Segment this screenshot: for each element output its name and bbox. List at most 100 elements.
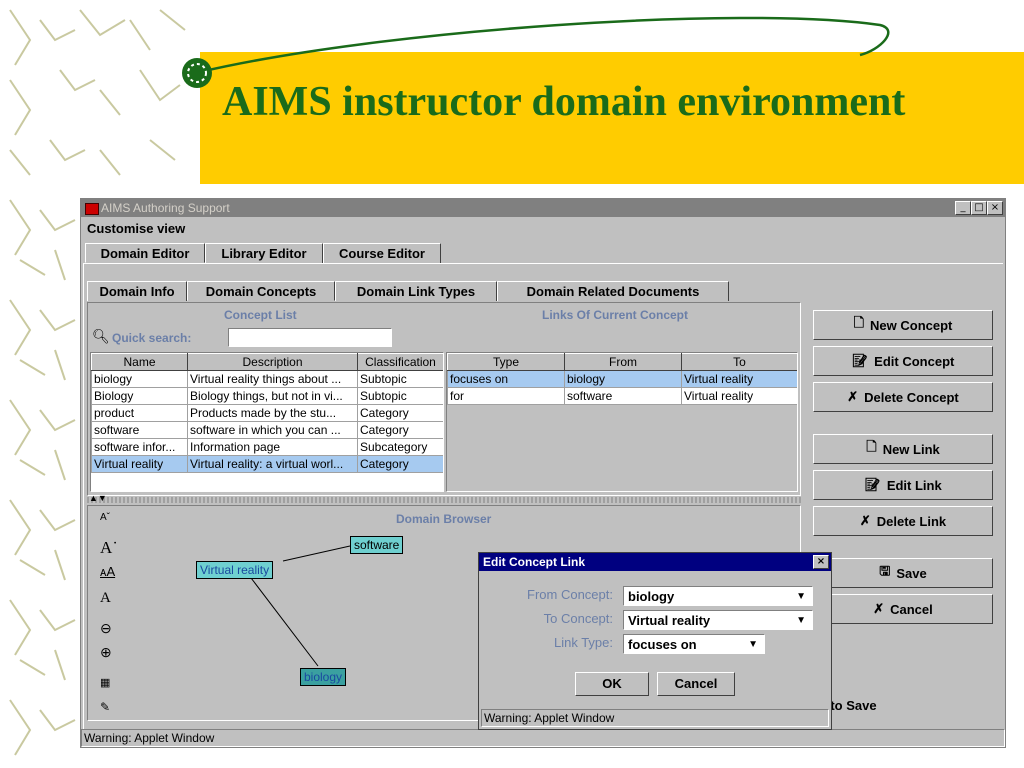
to-concept-value: Virtual reality	[628, 613, 711, 628]
floppy-disk-icon: 🖫︎	[879, 563, 891, 578]
delete-concept-label: Delete Concept	[864, 389, 959, 405]
edit-concept-button[interactable]: 📝︎ Edit Concept	[813, 346, 993, 376]
cancel-button[interactable]: ✗ Cancel	[813, 594, 993, 624]
dialog-ok-button[interactable]: OK	[575, 672, 649, 696]
cancel-icon: ✗	[873, 601, 885, 616]
table-cell: Subtopic	[357, 370, 443, 388]
maximize-button[interactable]: □	[971, 201, 987, 215]
new-link-button[interactable]: 🗋︎ New Link	[813, 434, 993, 464]
close-button[interactable]: ×	[987, 201, 1003, 215]
table-cell: for	[447, 387, 565, 405]
link-type-label: Link Type:	[553, 635, 613, 650]
link-type-value: focuses on	[628, 637, 697, 652]
table-cell: Information page	[187, 438, 358, 456]
table-cell: Category	[357, 404, 443, 422]
action-button-column: 🗋︎ New Concept 📝︎ Edit Concept ✗ Delete Con…	[803, 302, 1003, 722]
concept-table-row[interactable]: biology Virtual reality things about ... S…	[91, 370, 443, 388]
tab-domain-related-documents[interactable]: Domain Related Documents	[497, 281, 729, 301]
dialog-close-button[interactable]: ×	[813, 555, 829, 569]
splitter-arrows-icon[interactable]: ▲▼	[89, 493, 107, 503]
minimize-button[interactable]: _	[955, 201, 971, 215]
concept-table-container: Name Description Classification biology V…	[90, 352, 444, 492]
table-cell: Category	[357, 455, 443, 473]
table-cell: biology	[91, 370, 188, 388]
tab-domain-info[interactable]: Domain Info	[87, 281, 187, 301]
column-header-to[interactable]: To	[681, 353, 797, 371]
decorative-pattern-top	[9, 9, 186, 176]
new-document-icon: 🗋︎	[866, 439, 877, 454]
links-title: Links Of Current Concept	[542, 308, 689, 322]
new-link-label: New Link	[882, 441, 940, 457]
new-document-icon: 🗋︎	[853, 315, 865, 330]
app-icon	[85, 203, 99, 215]
delete-link-button[interactable]: ✗ Delete Link	[813, 506, 993, 536]
to-concept-label: To Concept:	[543, 611, 613, 626]
table-cell: software infor...	[91, 438, 188, 456]
column-header-name[interactable]: Name	[91, 353, 188, 371]
tab-domain-editor[interactable]: Domain Editor	[85, 243, 205, 263]
edit-link-button[interactable]: 📝︎ Edit Link	[813, 470, 993, 500]
column-header-from[interactable]: From	[564, 353, 682, 371]
table-cell: software	[91, 421, 188, 439]
menu-customise-view[interactable]: Customise view	[87, 221, 185, 236]
column-header-description[interactable]: Description	[187, 353, 358, 371]
concept-table-row[interactable]: Biology Biology things, but not in vi... S…	[91, 387, 443, 405]
concepts-panel: Concept List Links Of Current Concept 🔍︎…	[87, 302, 801, 496]
edit-link-label: Edit Link	[886, 477, 942, 493]
edit-concept-link-dialog: Edit Concept Link × From Concept: biolog…	[478, 552, 832, 730]
table-cell: Virtual reality	[681, 370, 797, 388]
column-header-classification[interactable]: Classification	[357, 353, 443, 371]
concept-table-row[interactable]: Virtual reality Virtual reality: a virtua…	[91, 455, 443, 473]
edit-document-icon: 📝︎	[864, 477, 881, 492]
table-cell: Biology	[91, 387, 188, 405]
tab-domain-concepts[interactable]: Domain Concepts	[187, 281, 335, 301]
links-table-row[interactable]: focuses on biology Virtual reality	[447, 370, 797, 388]
delete-link-label: Delete Link	[876, 513, 947, 529]
slide-title: AIMS instructor domain environment	[222, 79, 906, 125]
edit-document-icon: 📝︎	[851, 353, 869, 368]
concept-table-row[interactable]: software software in which you can ... Cat…	[91, 421, 443, 439]
from-concept-select[interactable]: biology ▼	[623, 586, 813, 606]
chevron-down-icon: ▼	[796, 591, 806, 602]
table-cell: Products made by the stu...	[187, 404, 358, 422]
dialog-cancel-button[interactable]: Cancel	[657, 672, 735, 696]
concept-table-row[interactable]: product Products made by the stu... Catego…	[91, 404, 443, 422]
window-title: AIMS Authoring Support	[101, 201, 230, 215]
to-concept-select[interactable]: Virtual reality ▼	[623, 610, 813, 630]
links-table-container: Type From To focuses on biology Virtual re…	[446, 352, 798, 492]
table-cell: Category	[357, 421, 443, 439]
links-table-row[interactable]: for software Virtual reality	[447, 387, 797, 405]
quick-search-input[interactable]	[228, 328, 392, 347]
table-cell: Subcategory	[357, 438, 443, 456]
dialog-titlebar: Edit Concept Link ×	[479, 553, 831, 571]
table-cell: Virtual reality: a virtual worl...	[187, 455, 358, 473]
table-cell: biology	[564, 370, 682, 388]
link-type-select[interactable]: focuses on ▼	[623, 634, 765, 654]
from-concept-label: From Concept:	[527, 587, 613, 602]
table-cell: Virtual reality	[91, 455, 188, 473]
tab-library-editor[interactable]: Library Editor	[205, 243, 323, 263]
splitter-handle[interactable]	[87, 497, 801, 503]
chevron-down-icon: ▼	[796, 615, 806, 626]
window-titlebar: AIMS Authoring Support _ □ ×	[81, 199, 1005, 217]
quick-search-label: Quick search:	[112, 331, 192, 345]
new-concept-label: New Concept	[870, 317, 953, 333]
save-button[interactable]: 🖫︎ Save	[813, 558, 993, 588]
search-icon: 🔍︎	[92, 328, 110, 344]
concept-table-row[interactable]: software infor... Information page Subcate…	[91, 438, 443, 456]
new-concept-button[interactable]: 🗋︎ New Concept	[813, 310, 993, 340]
tab-domain-link-types[interactable]: Domain Link Types	[335, 281, 497, 301]
graph-node-virtual-reality[interactable]: Virtual reality	[196, 561, 274, 579]
graph-node-software[interactable]: software	[350, 536, 404, 554]
table-cell: product	[91, 404, 188, 422]
tab-course-editor[interactable]: Course Editor	[323, 243, 441, 263]
save-label: Save	[896, 565, 927, 581]
column-header-type[interactable]: Type	[447, 353, 565, 371]
table-cell: Virtual reality things about ...	[187, 370, 358, 388]
graph-node-biology[interactable]: biology	[300, 668, 347, 686]
table-cell: software in which you can ...	[187, 421, 358, 439]
status-bar: Warning: Applet Window	[81, 729, 1005, 747]
dialog-title: Edit Concept Link	[483, 555, 585, 569]
cancel-label: Cancel	[890, 601, 933, 617]
delete-concept-button[interactable]: ✗ Delete Concept	[813, 382, 993, 412]
